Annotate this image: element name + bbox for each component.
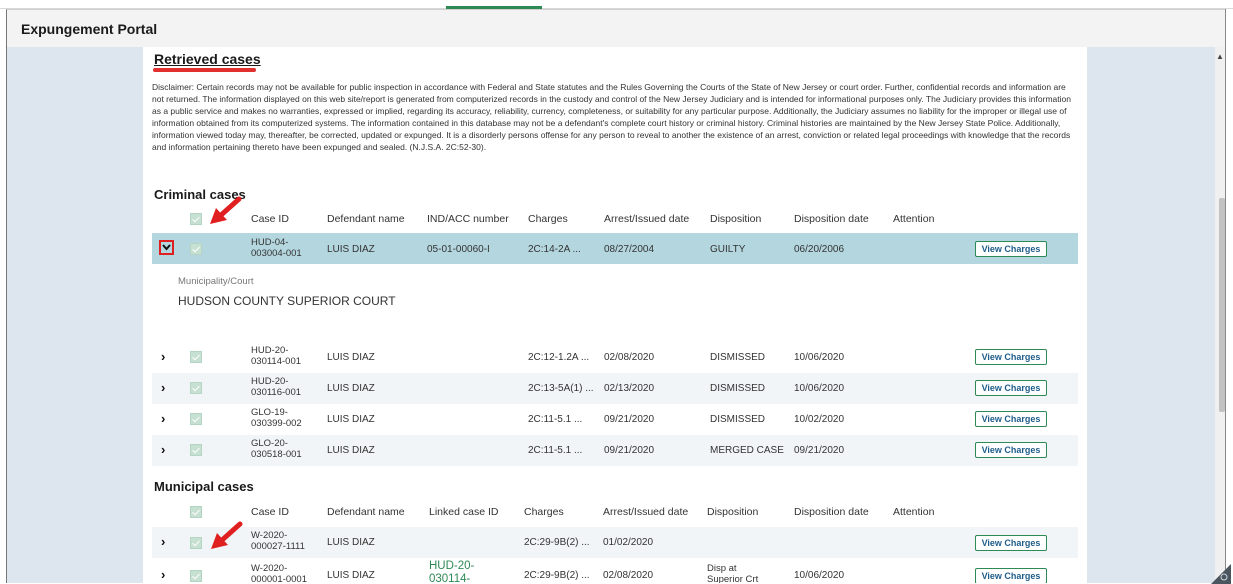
disposition-date-cell: 10/06/2020 [794, 352, 845, 363]
header-charges: Charges [524, 506, 564, 518]
disposition-cell: Disp at Superior Crt [707, 563, 759, 583]
select-all-criminal-checkbox[interactable] [190, 213, 202, 225]
red-arrow-annotation [211, 521, 243, 549]
disposition-date-cell: 09/21/2020 [794, 445, 845, 456]
collapse-row-button[interactable] [159, 240, 174, 255]
charges-cell: 2C:29-9B(2) ... [524, 570, 590, 581]
row-checkbox[interactable] [190, 413, 202, 425]
header-attention: Attention [893, 213, 935, 225]
header-case-id: Case ID [251, 213, 289, 225]
arrest-date-cell: 02/13/2020 [604, 383, 655, 394]
case-id-cell: W-2020-000001-0001 [251, 563, 307, 583]
scroll-up-arrow-icon[interactable]: ▲ [1216, 52, 1224, 61]
header-arrest-date: Arrest/Issued date [604, 213, 690, 225]
charges-cell: 2C:12-1.2A ... [528, 352, 590, 363]
header-linked-case-id: Linked case ID [429, 506, 499, 518]
ind-acc-cell: 05-01-00060-I [427, 244, 490, 255]
disposition-date-cell: 10/06/2020 [794, 570, 845, 581]
disposition-cell: MERGED CASE [710, 445, 784, 456]
disposition-date-cell: 10/06/2020 [794, 383, 845, 394]
charges-cell: 2C:14-2A ... [528, 244, 581, 255]
defendant-cell: LUIS DIAZ [327, 570, 375, 581]
defendant-cell: LUIS DIAZ [327, 383, 375, 394]
row-checkbox[interactable] [190, 351, 202, 363]
charges-cell: 2C:13-5A(1) ... [528, 383, 594, 394]
defendant-cell: LUIS DIAZ [327, 352, 375, 363]
row-checkbox[interactable] [190, 382, 202, 394]
resize-corner-icon[interactable] [1205, 558, 1231, 584]
window-right-edge [1225, 9, 1233, 583]
header-charges: Charges [528, 213, 568, 225]
disposition-cell: GUILTY [710, 244, 746, 255]
chevron-right-icon[interactable]: › [161, 534, 165, 549]
header-disposition: Disposition [707, 506, 759, 518]
arrest-date-cell: 02/08/2020 [604, 352, 655, 363]
view-charges-button[interactable]: View Charges [975, 380, 1047, 396]
chevron-right-icon[interactable]: › [161, 380, 165, 395]
chevron-right-icon[interactable]: › [161, 442, 165, 457]
view-charges-button[interactable]: View Charges [975, 241, 1047, 257]
view-charges-button[interactable]: View Charges [975, 411, 1047, 427]
view-charges-button[interactable]: View Charges [975, 349, 1047, 365]
municipality-court-label: Municipality/Court [178, 276, 254, 287]
view-charges-button[interactable]: View Charges [975, 568, 1047, 583]
window-top-strip [0, 0, 1233, 9]
municipality-court-value: HUDSON COUNTY SUPERIOR COURT [178, 294, 396, 308]
charges-cell: 2C:11-5.1 ... [528, 445, 583, 456]
case-id-cell: HUD-20-030116-001 [251, 376, 302, 398]
case-id-cell: W-2020-000027-1111 [251, 530, 305, 552]
header-arrest-date: Arrest/Issued date [603, 506, 689, 518]
arrest-date-cell: 02/08/2020 [603, 570, 654, 581]
linked-case-link[interactable]: HUD-20-030114-001 [429, 560, 485, 583]
arrest-date-cell: 09/21/2020 [604, 414, 655, 425]
arrest-date-cell: 08/27/2004 [604, 244, 655, 255]
red-underline-annotation [153, 68, 256, 72]
chevron-right-icon[interactable]: › [161, 567, 165, 582]
header-defendant-name: Defendant name [327, 213, 405, 225]
case-id-cell: GLO-20-030518-001 [251, 438, 302, 460]
chevron-right-icon[interactable]: › [161, 411, 165, 426]
case-id-cell: HUD-04-003004-001 [251, 237, 302, 259]
disposition-date-cell: 06/20/2006 [794, 244, 845, 255]
header-ind-acc-number: IND/ACC number [427, 213, 509, 225]
header-case-id: Case ID [251, 506, 289, 518]
red-arrow-annotation [210, 196, 242, 224]
charges-cell: 2C:11-5.1 ... [528, 414, 583, 425]
disposition-cell: DISMISSED [710, 383, 766, 394]
disclaimer-text: Disclaimer: Certain records may not be a… [152, 82, 1071, 152]
main-content: Retrieved cases Disclaimer: Certain reco… [143, 47, 1087, 583]
arrest-date-cell: 01/02/2020 [603, 537, 654, 548]
arrest-date-cell: 09/21/2020 [604, 445, 655, 456]
disposition-cell: DISMISSED [710, 352, 766, 363]
header-disposition-date: Disposition date [794, 213, 869, 225]
case-id-cell: HUD-20-030114-001 [251, 345, 302, 367]
chevron-right-icon[interactable]: › [161, 349, 165, 364]
defendant-cell: LUIS DIAZ [327, 414, 375, 425]
header-disposition: Disposition [710, 213, 762, 225]
chevron-down-icon [162, 244, 171, 251]
row-checkbox[interactable] [190, 444, 202, 456]
left-margin-panel [6, 47, 143, 583]
row-checkbox[interactable] [190, 537, 202, 549]
defendant-cell: LUIS DIAZ [327, 244, 375, 255]
retrieved-cases-title: Retrieved cases [154, 51, 261, 67]
disposition-date-cell: 10/02/2020 [794, 414, 845, 425]
select-all-municipal-checkbox[interactable] [190, 506, 202, 518]
header-disposition-date: Disposition date [794, 506, 869, 518]
app-title: Expungement Portal [21, 21, 158, 37]
municipal-cases-title: Municipal cases [154, 479, 254, 494]
disposition-cell: DISMISSED [710, 414, 766, 425]
defendant-cell: LUIS DIAZ [327, 445, 375, 456]
view-charges-button[interactable]: View Charges [975, 535, 1047, 551]
header-defendant-name: Defendant name [327, 506, 405, 518]
header-attention: Attention [893, 506, 935, 518]
right-margin-panel [1087, 47, 1215, 583]
charges-cell: 2C:29-9B(2) ... [524, 537, 590, 548]
case-id-cell: GLO-19-030399-002 [251, 407, 302, 429]
defendant-cell: LUIS DIAZ [327, 537, 375, 548]
row-checkbox[interactable] [190, 243, 202, 255]
app-titlebar: Expungement Portal [6, 9, 1225, 47]
row-checkbox[interactable] [190, 570, 202, 582]
view-charges-button[interactable]: View Charges [975, 442, 1047, 458]
